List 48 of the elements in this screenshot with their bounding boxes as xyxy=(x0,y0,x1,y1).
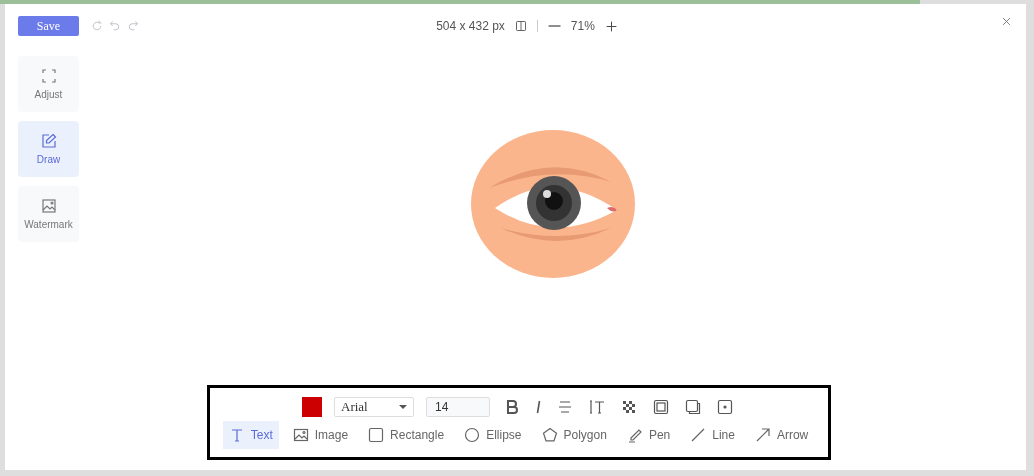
zoom-in-button[interactable] xyxy=(604,19,618,33)
checkerboard-icon xyxy=(621,398,637,415)
zoom-level: 71% xyxy=(570,19,595,33)
close-icon xyxy=(1001,16,1012,27)
draw-tool-tab[interactable]: Arrow xyxy=(748,420,815,449)
center-point-icon xyxy=(717,398,733,415)
plus-icon xyxy=(604,19,618,33)
redo-icon xyxy=(127,20,139,32)
split-view-icon xyxy=(514,20,527,32)
border-icon xyxy=(653,398,669,415)
circle-icon xyxy=(464,426,481,443)
square-icon xyxy=(368,426,385,443)
sidebar-tab[interactable]: Adjust xyxy=(18,56,79,112)
text-height-button[interactable] xyxy=(587,398,607,415)
close-button[interactable] xyxy=(1001,16,1012,27)
save-button[interactable]: Save xyxy=(18,16,79,36)
arrow-icon xyxy=(754,426,771,443)
strikethrough-icon xyxy=(557,398,573,415)
image-dimensions: 504 x 432 px xyxy=(436,19,505,33)
draw-tool-tab[interactable]: Rectangle xyxy=(362,420,451,449)
font-dropdown[interactable]: Arial xyxy=(334,396,414,417)
shadow-icon xyxy=(685,398,701,415)
text-height-icon xyxy=(589,398,605,415)
draw-tool-tab[interactable]: Line xyxy=(684,420,741,449)
refresh-icon xyxy=(91,20,103,32)
edit-icon xyxy=(40,133,57,149)
sidebar-tab[interactable]: Watermark xyxy=(18,186,79,242)
pentagon-icon xyxy=(541,426,558,443)
crop-corners-icon xyxy=(40,68,57,84)
bold-icon xyxy=(504,398,520,415)
line-icon xyxy=(690,426,707,443)
border-button[interactable] xyxy=(651,398,671,415)
draw-tool-tab[interactable]: Image xyxy=(286,420,355,449)
sidebar-tab[interactable]: Draw xyxy=(18,121,79,177)
draw-tool-tab[interactable]: Pen xyxy=(620,420,677,449)
font-size-field[interactable]: 14 xyxy=(426,396,490,417)
undo-icon xyxy=(109,20,121,32)
image-icon xyxy=(40,198,57,214)
shadow-button[interactable] xyxy=(683,398,703,415)
draw-tool-tab[interactable]: Polygon xyxy=(535,420,613,449)
italic-icon xyxy=(536,398,541,415)
color-swatch[interactable] xyxy=(302,396,322,417)
center-button[interactable] xyxy=(715,398,735,415)
draw-tool-tab[interactable]: Ellipse xyxy=(458,420,528,449)
image-icon xyxy=(292,426,309,443)
draw-tool-tab[interactable]: Text xyxy=(222,420,279,449)
italic-button[interactable] xyxy=(534,398,543,415)
minus-icon xyxy=(547,25,561,27)
